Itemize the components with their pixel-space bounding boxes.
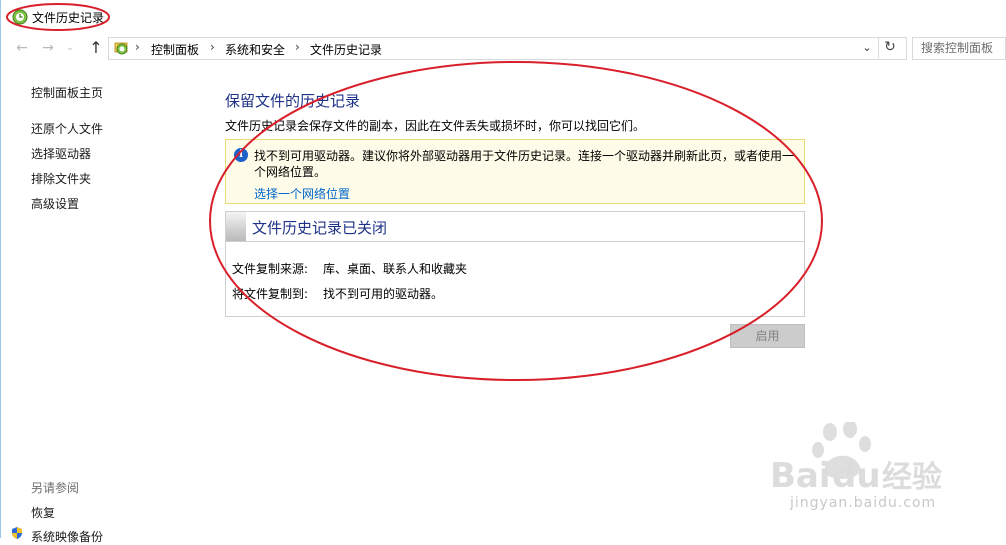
nav-advanced-settings[interactable]: 高级设置 xyxy=(31,195,79,212)
page-title: 保留文件的历史记录 xyxy=(225,92,361,110)
address-bar[interactable]: › 控制面板 › 系统和安全 › 文件历史记录 xyxy=(108,37,907,60)
svg-text:经验: 经验 xyxy=(882,460,942,495)
status-title: 文件历史记录已关闭 xyxy=(252,219,388,237)
breadcrumb-separator-icon: › xyxy=(135,40,140,54)
search-input[interactable] xyxy=(913,38,1006,57)
enable-button[interactable]: 启用 xyxy=(730,324,805,348)
info-message: 找不到可用驱动器。建议你将外部驱动器用于文件历史记录。连接一个驱动器并刷新此页，… xyxy=(254,149,795,179)
nav-system-image-backup[interactable]: 系统映像备份 xyxy=(31,528,103,545)
copy-source-label: 文件复制来源: xyxy=(232,262,309,276)
file-history-icon xyxy=(12,9,28,25)
see-also-heading: 另请参阅 xyxy=(31,481,80,495)
breadcrumb-separator-icon: › xyxy=(210,40,215,54)
back-arrow-icon[interactable]: ← xyxy=(12,38,32,58)
window-edge xyxy=(0,0,1,538)
nav-exclude-folders[interactable]: 排除文件夹 xyxy=(31,170,91,187)
watermark-url: jingyan.baidu.com xyxy=(790,495,937,511)
up-arrow-icon[interactable]: ↑ xyxy=(86,38,106,58)
status-panel: 文件历史记录已关闭 文件复制来源: 库、桌面、联系人和收藏夹 将文件复制到: 找… xyxy=(225,211,805,317)
window-title: 文件历史记录 xyxy=(32,11,105,25)
refresh-icon[interactable]: ↻ xyxy=(878,37,901,58)
nav-select-drive[interactable]: 选择驱动器 xyxy=(31,145,91,162)
status-indicator xyxy=(226,212,246,241)
address-dropdown-icon[interactable]: ⌄ xyxy=(859,38,875,58)
select-network-location-link[interactable]: 选择一个网络位置 xyxy=(254,185,350,202)
breadcrumb-file-history[interactable]: 文件历史记录 xyxy=(310,41,382,58)
svg-text:Bai: Bai xyxy=(770,456,831,496)
copy-source-value: 库、桌面、联系人和收藏夹 xyxy=(323,262,468,276)
breadcrumb-system-security[interactable]: 系统和安全 xyxy=(225,41,285,58)
nav-control-panel-home[interactable]: 控制面板主页 xyxy=(31,84,103,101)
info-bar: i 找不到可用驱动器。建议你将外部驱动器用于文件历史记录。连接一个驱动器并刷新此… xyxy=(225,139,805,204)
control-panel-icon xyxy=(114,42,128,55)
breadcrumb-separator-icon: › xyxy=(295,40,300,54)
breadcrumb-control-panel[interactable]: 控制面板 xyxy=(151,41,199,58)
svg-text:du: du xyxy=(832,456,881,496)
copy-target-label: 将文件复制到: xyxy=(232,287,309,301)
page-description: 文件历史记录会保存文件的副本，因此在文件丢失或损坏时，你可以找回它们。 xyxy=(225,119,646,133)
search-box[interactable] xyxy=(912,37,1006,60)
status-header: 文件历史记录已关闭 xyxy=(226,212,804,242)
forward-arrow-icon[interactable]: → xyxy=(38,38,58,58)
copy-target-value: 找不到可用的驱动器。 xyxy=(323,287,444,301)
nav-recovery[interactable]: 恢复 xyxy=(31,504,55,521)
recent-locations-chevron-icon[interactable]: ⌄ xyxy=(60,38,80,58)
title-bar: 文件历史记录 xyxy=(0,0,1006,34)
info-icon: i xyxy=(234,148,248,162)
nav-restore-files[interactable]: 还原个人文件 xyxy=(31,120,103,137)
